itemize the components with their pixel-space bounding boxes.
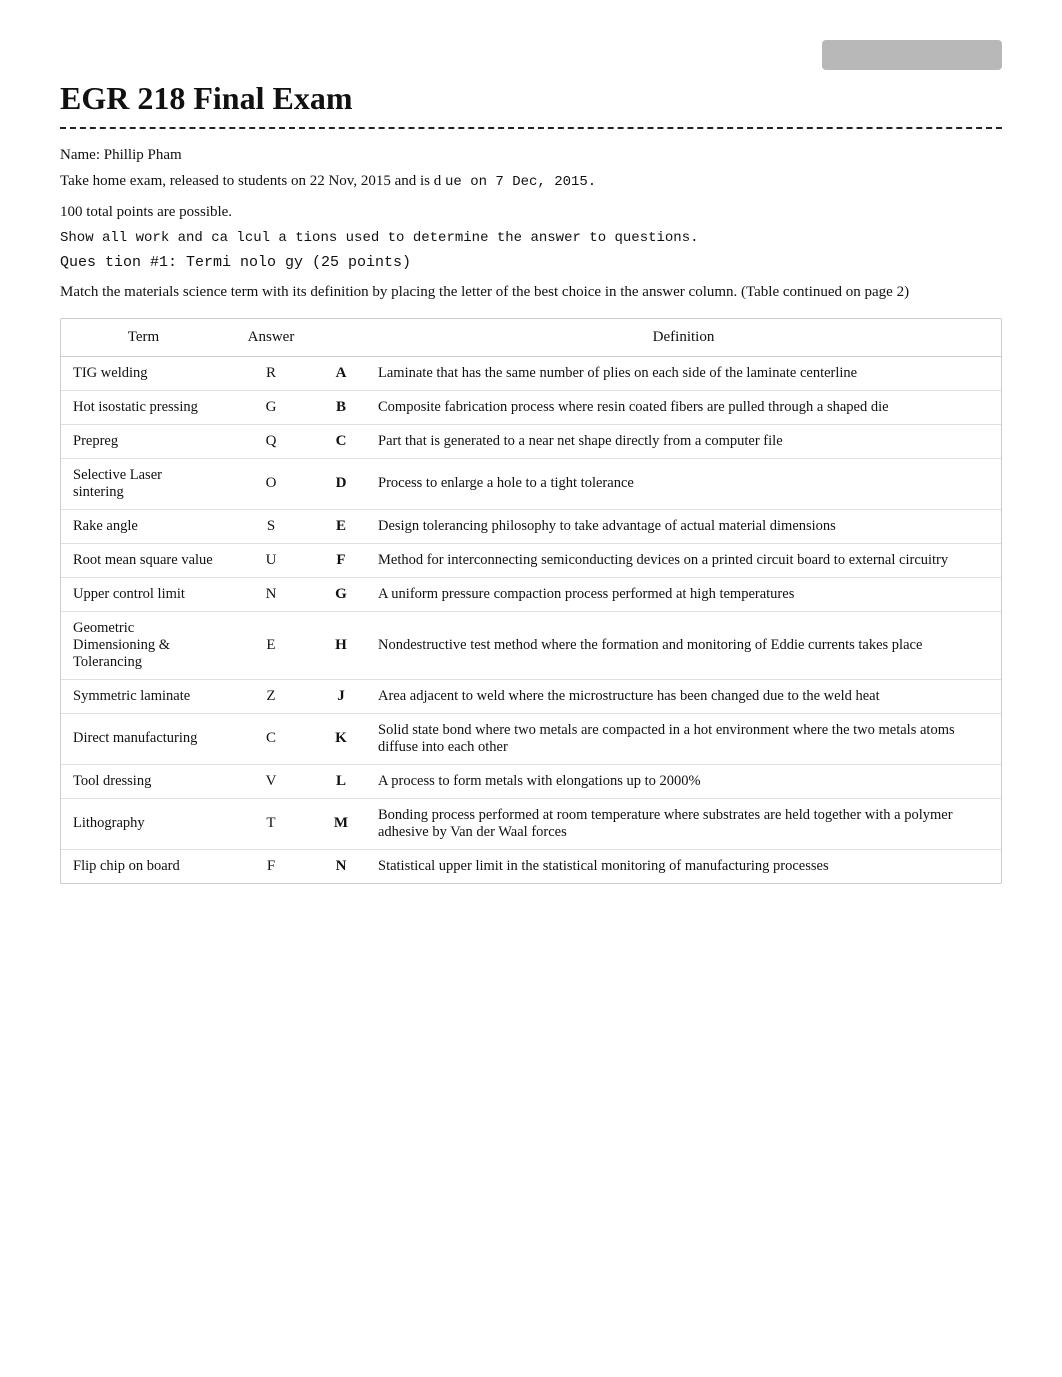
term-cell: Tool dressing (61, 764, 226, 798)
page-title: EGR 218 Final Exam (60, 80, 1002, 117)
letter-cell: B (316, 390, 366, 424)
definition-cell: A process to form metals with elongation… (366, 764, 1001, 798)
table-row: LithographyTMBonding process performed a… (61, 798, 1001, 849)
exam-info-line: Take home exam, released to students on … (60, 169, 1002, 195)
term-cell: Upper control limit (61, 577, 226, 611)
answer-cell: V (226, 764, 316, 798)
table-row: Direct manufacturingCKSolid state bond w… (61, 713, 1001, 764)
term-cell: Lithography (61, 798, 226, 849)
answer-cell: G (226, 390, 316, 424)
answer-cell: S (226, 509, 316, 543)
definition-cell: Composite fabrication process where resi… (366, 390, 1001, 424)
match-intro: Match the materials science term with it… (60, 281, 1002, 304)
term-cell: Symmetric laminate (61, 679, 226, 713)
letter-cell: C (316, 424, 366, 458)
term-cell: Geometric Dimensioning & Tolerancing (61, 611, 226, 679)
letter-cell: H (316, 611, 366, 679)
term-cell: Hot isostatic pressing (61, 390, 226, 424)
answer-cell: F (226, 849, 316, 883)
meta-block: Name: Phillip Pham Take home exam, relea… (60, 143, 1002, 194)
table-row: Rake angleSEDesign tolerancing philosoph… (61, 509, 1001, 543)
answer-cell: C (226, 713, 316, 764)
letter-cell: N (316, 849, 366, 883)
answer-cell: T (226, 798, 316, 849)
term-cell: Selective Laser sintering (61, 458, 226, 509)
letter-cell: G (316, 577, 366, 611)
term-cell: TIG welding (61, 356, 226, 390)
show-work-line: Show all work and ca lcul a tions used t… (60, 229, 1002, 246)
letter-cell: D (316, 458, 366, 509)
answer-cell: U (226, 543, 316, 577)
answer-cell: Q (226, 424, 316, 458)
letter-cell: A (316, 356, 366, 390)
table-row: Geometric Dimensioning & TolerancingEHNo… (61, 611, 1001, 679)
points-line: 100 total points are possible. (60, 204, 1002, 221)
answer-cell: Z (226, 679, 316, 713)
term-cell: Flip chip on board (61, 849, 226, 883)
table-row: Upper control limitNGA uniform pressure … (61, 577, 1001, 611)
answer-cell: E (226, 611, 316, 679)
definition-cell: Laminate that has the same number of pli… (366, 356, 1001, 390)
header-definition: Definition (366, 319, 1001, 357)
answer-cell: N (226, 577, 316, 611)
definition-cell: Solid state bond where two metals are co… (366, 713, 1001, 764)
definition-cell: Nondestructive test method where the for… (366, 611, 1001, 679)
letter-cell: K (316, 713, 366, 764)
table-row: Symmetric laminateZJArea adjacent to wel… (61, 679, 1001, 713)
matching-table-container: Term Answer Definition TIG weldingRALami… (60, 318, 1002, 884)
table-row: Tool dressingVLA process to form metals … (61, 764, 1001, 798)
answer-cell: R (226, 356, 316, 390)
header-sep (316, 319, 366, 357)
table-row: Root mean square valueUFMethod for inter… (61, 543, 1001, 577)
definition-cell: Statistical upper limit in the statistic… (366, 849, 1001, 883)
term-cell: Direct manufacturing (61, 713, 226, 764)
letter-cell: L (316, 764, 366, 798)
term-cell: Prepreg (61, 424, 226, 458)
table-row: Selective Laser sinteringODProcess to en… (61, 458, 1001, 509)
term-cell: Rake angle (61, 509, 226, 543)
matching-table: Term Answer Definition TIG weldingRALami… (61, 319, 1001, 883)
definition-cell: Area adjacent to weld where the microstr… (366, 679, 1001, 713)
table-header-row: Term Answer Definition (61, 319, 1001, 357)
definition-cell: Bonding process performed at room temper… (366, 798, 1001, 849)
header-term: Term (61, 319, 226, 357)
definition-cell: A uniform pressure compaction process pe… (366, 577, 1001, 611)
name-line: Name: Phillip Pham (60, 143, 1002, 169)
definition-cell: Process to enlarge a hole to a tight tol… (366, 458, 1001, 509)
question-heading: Ques tion #1: Termi nolo gy (25 points) (60, 254, 1002, 271)
table-row: PrepregQCPart that is generated to a nea… (61, 424, 1001, 458)
letter-cell: J (316, 679, 366, 713)
header-image (822, 40, 1002, 70)
letter-cell: E (316, 509, 366, 543)
definition-cell: Design tolerancing philosophy to take ad… (366, 509, 1001, 543)
header-top (60, 40, 1002, 70)
term-cell: Root mean square value (61, 543, 226, 577)
letter-cell: F (316, 543, 366, 577)
definition-cell: Part that is generated to a near net sha… (366, 424, 1001, 458)
letter-cell: M (316, 798, 366, 849)
table-body: TIG weldingRALaminate that has the same … (61, 356, 1001, 883)
divider (60, 127, 1002, 129)
answer-cell: O (226, 458, 316, 509)
definition-cell: Method for interconnecting semiconductin… (366, 543, 1001, 577)
header-answer: Answer (226, 319, 316, 357)
table-row: Flip chip on boardFNStatistical upper li… (61, 849, 1001, 883)
table-row: TIG weldingRALaminate that has the same … (61, 356, 1001, 390)
table-row: Hot isostatic pressingGBComposite fabric… (61, 390, 1001, 424)
